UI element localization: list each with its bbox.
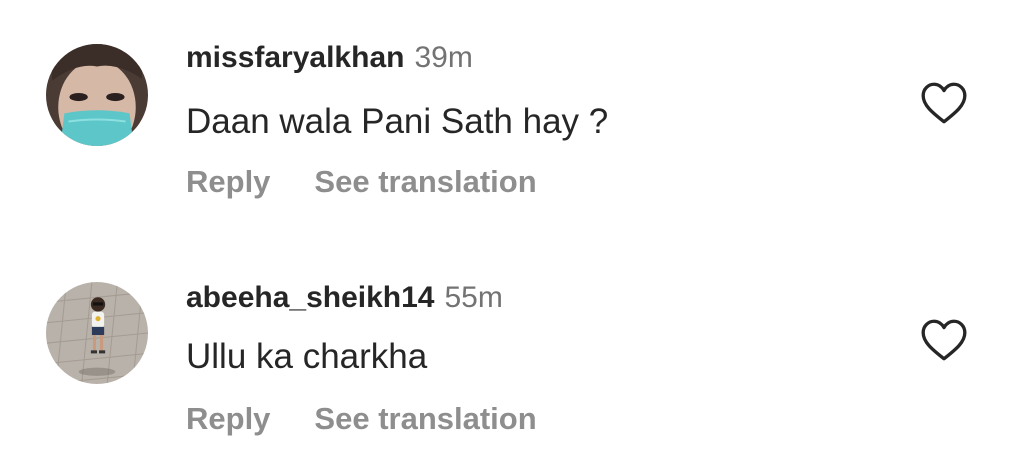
username-link[interactable]: abeeha_sheikh14: [186, 281, 434, 314]
avatar-woman-mask-icon: [46, 44, 148, 146]
comment-actions: Reply See translation: [186, 162, 537, 202]
comment-text: Daan wala Pani Sath hay ?: [186, 102, 609, 141]
reply-button[interactable]: Reply: [186, 164, 270, 199]
heart-outline-icon[interactable]: [919, 317, 969, 363]
comment-header: abeeha_sheikh14 55m: [186, 280, 503, 316]
comment-actions: Reply See translation: [186, 399, 537, 439]
comment-item: missfaryalkhan 39m Daan wala Pani Sath ha…: [0, 0, 1024, 235]
see-translation-button[interactable]: See translation: [314, 401, 536, 436]
heart-outline-icon[interactable]: [919, 80, 969, 126]
user-avatar[interactable]: [46, 282, 148, 384]
comment-timestamp: 39m: [414, 41, 473, 74]
comment-item: abeeha_sheikh14 55m Ullu ka charkha Reply…: [0, 237, 1024, 470]
user-avatar[interactable]: [46, 44, 148, 146]
avatar-child-on-pavement-icon: [46, 282, 148, 384]
see-translation-button[interactable]: See translation: [314, 164, 536, 199]
comment-header: missfaryalkhan 39m: [186, 40, 473, 76]
reply-button[interactable]: Reply: [186, 401, 270, 436]
comment-timestamp: 55m: [444, 281, 503, 314]
comment-text: Ullu ka charkha: [186, 337, 428, 376]
username-link[interactable]: missfaryalkhan: [186, 41, 404, 74]
